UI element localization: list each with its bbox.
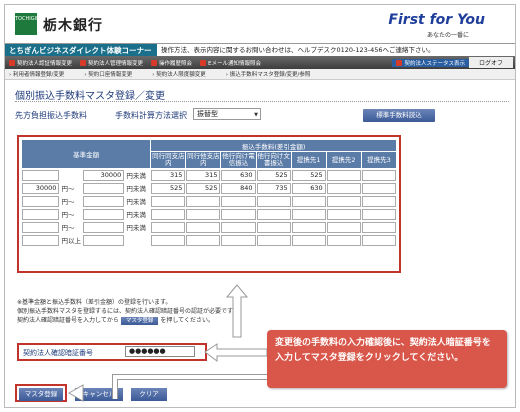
app-window: TOCHIGIN 栃木銀行 First for You あなたの一番に とちぎん… [4,4,516,408]
instruction-callout: 変更後の手数料の入力確認後に、契約法人暗証番号を入力してマスタ登録をクリックして… [267,330,507,388]
arrow-left-icon [67,384,84,402]
arrow-left-icon [204,343,268,362]
arrow-line-inner [113,375,267,399]
arrow-line [112,374,267,399]
arrow-up-icon [225,284,249,338]
